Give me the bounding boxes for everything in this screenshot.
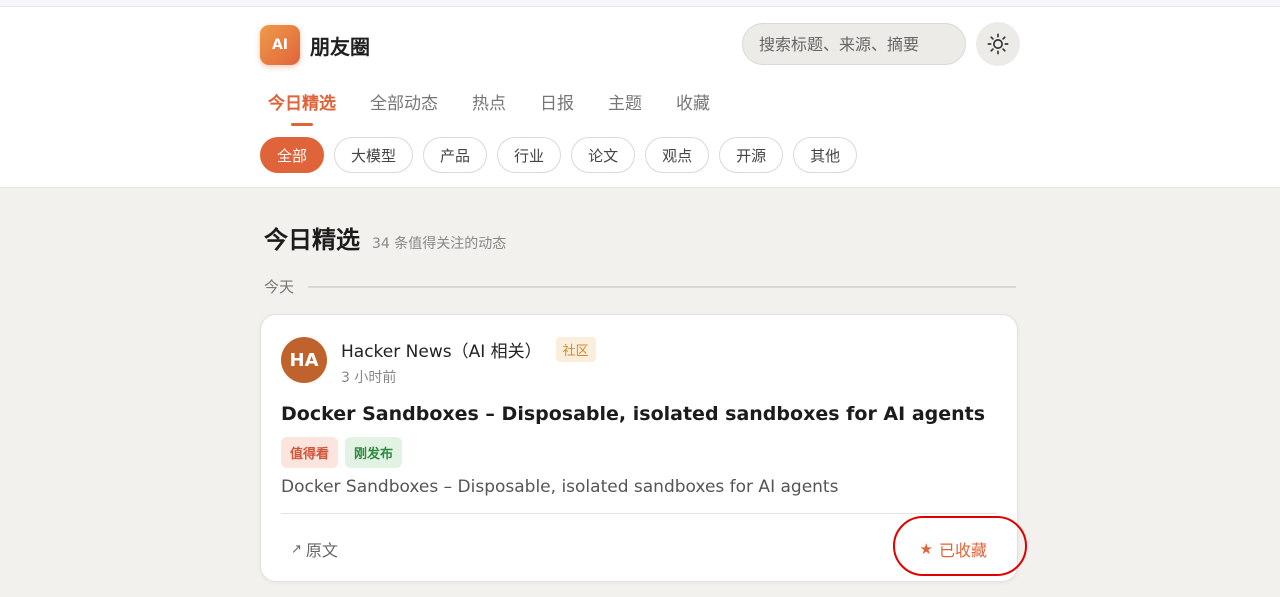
- tab-today-picks[interactable]: 今日精选: [268, 89, 336, 122]
- just-published-badge: 刚发布: [345, 437, 403, 468]
- app-logo: AI: [260, 25, 300, 65]
- worth-reading-badge: 值得看: [281, 437, 339, 468]
- filter-chip-open-source[interactable]: 开源: [719, 137, 784, 173]
- filter-chip-industry[interactable]: 行业: [497, 137, 562, 173]
- source-avatar: HA: [281, 337, 327, 383]
- tab-all-updates[interactable]: 全部动态: [370, 89, 438, 122]
- card-summary: Docker Sandboxes – Disposable, isolated …: [281, 477, 839, 497]
- category-filters: 全部 大模型 产品 行业 论文 观点 开源 其他: [260, 137, 867, 173]
- section-header: 今日精选 34 条值得关注的动态: [264, 220, 506, 255]
- source-row: Hacker News（AI 相关） 社区: [341, 337, 596, 362]
- day-divider: 今天: [264, 276, 1016, 297]
- day-divider-line: [308, 285, 1016, 288]
- search-input[interactable]: [742, 23, 966, 65]
- tab-topics[interactable]: 主题: [608, 89, 642, 122]
- original-link-label: 原文: [305, 541, 338, 560]
- tab-favorites[interactable]: 收藏: [676, 89, 710, 122]
- theme-toggle-button[interactable]: [976, 22, 1020, 66]
- filter-chip-product[interactable]: 产品: [423, 137, 488, 173]
- card-badges: 值得看 刚发布: [281, 437, 409, 468]
- day-label: 今天: [264, 278, 295, 296]
- original-link[interactable]: ↗ 原文: [291, 537, 338, 561]
- filter-chip-llm[interactable]: 大模型: [334, 137, 414, 173]
- sun-icon: [987, 33, 1009, 55]
- filter-chip-other[interactable]: 其他: [793, 137, 858, 173]
- card-title[interactable]: Docker Sandboxes – Disposable, isolated …: [281, 403, 985, 425]
- main-tabs: 今日精选 全部动态 热点 日报 主题 收藏: [268, 89, 744, 122]
- tab-hot[interactable]: 热点: [472, 89, 506, 122]
- source-type-badge: 社区: [555, 337, 596, 362]
- highlight-annotation: [893, 516, 1027, 576]
- app-header: AI 朋友圈 今日精选 全部动态 热点 日报 主题 收藏: [0, 7, 1280, 188]
- section-title: 今日精选: [264, 226, 360, 254]
- source-name[interactable]: Hacker News（AI 相关）: [341, 337, 542, 362]
- feed-card[interactable]: HA Hacker News（AI 相关） 社区 3 小时前 Docker Sa…: [260, 314, 1027, 582]
- filter-chip-all[interactable]: 全部: [260, 137, 325, 173]
- browser-top-strip: [0, 0, 1280, 7]
- tab-daily[interactable]: 日报: [540, 89, 574, 122]
- card-divider: [281, 513, 997, 514]
- section-count: 34 条值得关注的动态: [372, 236, 507, 252]
- filter-chip-paper[interactable]: 论文: [571, 137, 636, 173]
- post-time: 3 小时前: [341, 370, 397, 386]
- external-link-icon: ↗: [291, 541, 302, 557]
- filter-chip-opinion[interactable]: 观点: [645, 137, 710, 173]
- brand[interactable]: AI 朋友圈: [260, 25, 370, 65]
- app-name: 朋友圈: [310, 34, 370, 59]
